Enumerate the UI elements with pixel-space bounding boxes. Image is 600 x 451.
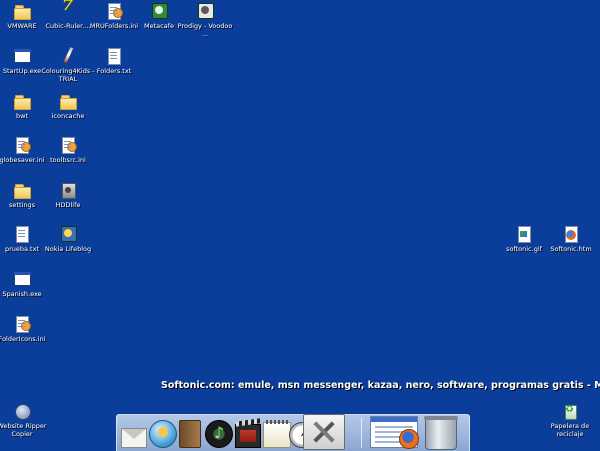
text-file-icon — [105, 47, 123, 65]
lifeblog-icon — [59, 225, 77, 243]
brush-icon — [59, 47, 77, 65]
ini-file-icon — [13, 315, 31, 333]
movie-clapper-icon[interactable] — [235, 424, 261, 448]
icon-label: FolderIcons.ini — [0, 335, 46, 343]
gif-file-icon — [515, 225, 533, 243]
icon-label: iconcache — [51, 112, 85, 120]
folder-icon — [13, 181, 31, 199]
firefox-window-title[interactable]: Softonic.com: emule, msn messenger, kaza… — [161, 380, 600, 391]
metacafe-icon — [150, 2, 168, 20]
icon-label: toolbsrc.ini — [50, 156, 86, 164]
ini-file-icon — [13, 136, 31, 154]
address-book-icon[interactable] — [179, 420, 201, 448]
desktop-icon-hddlife[interactable]: HDDlife — [40, 181, 96, 209]
desktop-icon-foldericons-ini[interactable]: FolderIcons.ini — [0, 315, 50, 343]
msn-messenger-icon[interactable] — [149, 420, 177, 448]
dock-separator — [361, 418, 362, 448]
mail-icon[interactable] — [121, 428, 147, 448]
notepad-icon[interactable] — [263, 420, 291, 448]
website-ripper-icon — [13, 402, 31, 420]
desktop-icon-spanish-exe[interactable]: Spanish.exe — [0, 270, 50, 298]
icon-label: Prodigy - Voodoo ... — [177, 22, 233, 38]
trash-icon[interactable] — [424, 416, 458, 450]
icon-label: Website Ripper Copier — [0, 422, 47, 438]
firefox-html-icon — [562, 225, 580, 243]
icon-label: Papelera de reciclaje — [550, 422, 590, 438]
desktop-icon-folders-txt[interactable]: Folders.txt — [86, 47, 142, 75]
media-file-icon — [196, 2, 214, 20]
icon-label: Softonic.htm — [550, 245, 592, 253]
cubic-ruler-icon — [59, 1, 77, 20]
ini-file-icon — [105, 2, 123, 20]
icon-label: Spanish.exe — [2, 290, 42, 298]
hdd-icon — [59, 181, 77, 199]
recycle-bin-icon — [561, 402, 579, 420]
music-player-icon[interactable] — [205, 420, 233, 448]
system-tools-icon[interactable] — [303, 414, 345, 450]
desktop-icon-nokia-lifeblog[interactable]: Nokia Lifeblog — [40, 225, 96, 253]
icon-label: HDDlife — [55, 201, 81, 209]
desktop-icon-iconcache[interactable]: iconcache — [40, 92, 96, 120]
folder-icon — [59, 92, 77, 110]
ini-file-icon — [59, 136, 77, 154]
icon-label: Nokia Lifeblog — [44, 245, 92, 253]
desktop-icon-website-ripper[interactable]: Website Ripper Copier — [0, 402, 50, 438]
firefox-icon[interactable] — [399, 429, 419, 449]
desktop-icon-recycle-bin[interactable]: Papelera de reciclaje — [542, 402, 598, 438]
desktop-icon-prodigy[interactable]: Prodigy - Voodoo ... — [177, 2, 233, 38]
desktop-icon-toolbsrc-ini[interactable]: toolbsrc.ini — [40, 136, 96, 164]
dock — [116, 414, 470, 451]
exe-window-icon — [13, 47, 31, 65]
folder-icon — [13, 92, 31, 110]
folder-icon — [13, 2, 31, 20]
exe-window-icon — [13, 270, 31, 288]
icon-label: Folders.txt — [96, 67, 132, 75]
text-file-icon — [13, 225, 31, 243]
desktop-icon-softonic-htm[interactable]: Softonic.htm — [543, 225, 599, 253]
desktop: VMWARE StartUp.exe bwt globesaver.ini se… — [0, 0, 600, 451]
